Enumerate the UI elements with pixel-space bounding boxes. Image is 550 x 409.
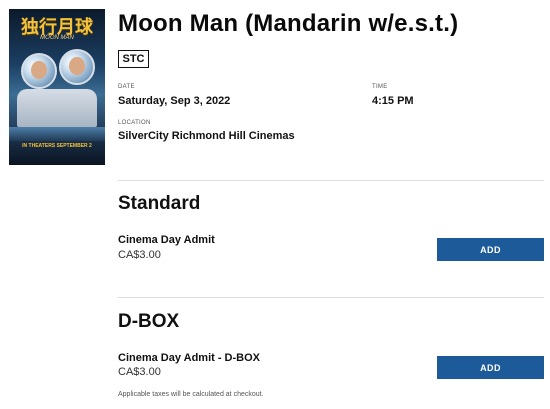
movie-title: Moon Man (Mandarin w/e.s.t.) — [118, 10, 459, 37]
tax-footnote: Applicable taxes will be calculated at c… — [118, 391, 264, 398]
ticket-name-standard: Cinema Day Admit — [118, 234, 215, 246]
poster-face-right — [69, 57, 85, 75]
location-value: SilverCity Richmond Hill Cinemas — [118, 130, 295, 142]
location-label: LOCATION — [118, 120, 151, 126]
section-title-standard: Standard — [118, 193, 201, 214]
date-value: Saturday, Sep 3, 2022 — [118, 95, 231, 107]
poster-subtitle-art: MOON MAN — [40, 35, 74, 41]
add-button-standard[interactable]: ADD — [437, 238, 544, 261]
poster-face-left — [31, 61, 47, 79]
poster-moon-surface — [9, 127, 105, 141]
add-button-dbox[interactable]: ADD — [437, 356, 544, 379]
date-label: DATE — [118, 84, 135, 90]
poster-release-text: IN THEATERS SEPTEMBER 2 — [22, 143, 92, 149]
theatre-code-badge: STC — [118, 50, 149, 68]
movie-poster: 独行月球 MOON MAN IN THEATERS SEPTEMBER 2 — [9, 9, 105, 165]
time-label: TIME — [372, 84, 388, 90]
ticket-price-standard: CA$3.00 — [118, 249, 161, 261]
section-title-dbox: D-BOX — [118, 311, 180, 332]
section-divider — [118, 180, 544, 181]
section-divider — [118, 297, 544, 298]
ticket-price-dbox: CA$3.00 — [118, 366, 161, 378]
time-value: 4:15 PM — [372, 95, 414, 107]
ticket-name-dbox: Cinema Day Admit - D-BOX — [118, 352, 261, 364]
poster-astronaut-suit — [17, 89, 97, 127]
